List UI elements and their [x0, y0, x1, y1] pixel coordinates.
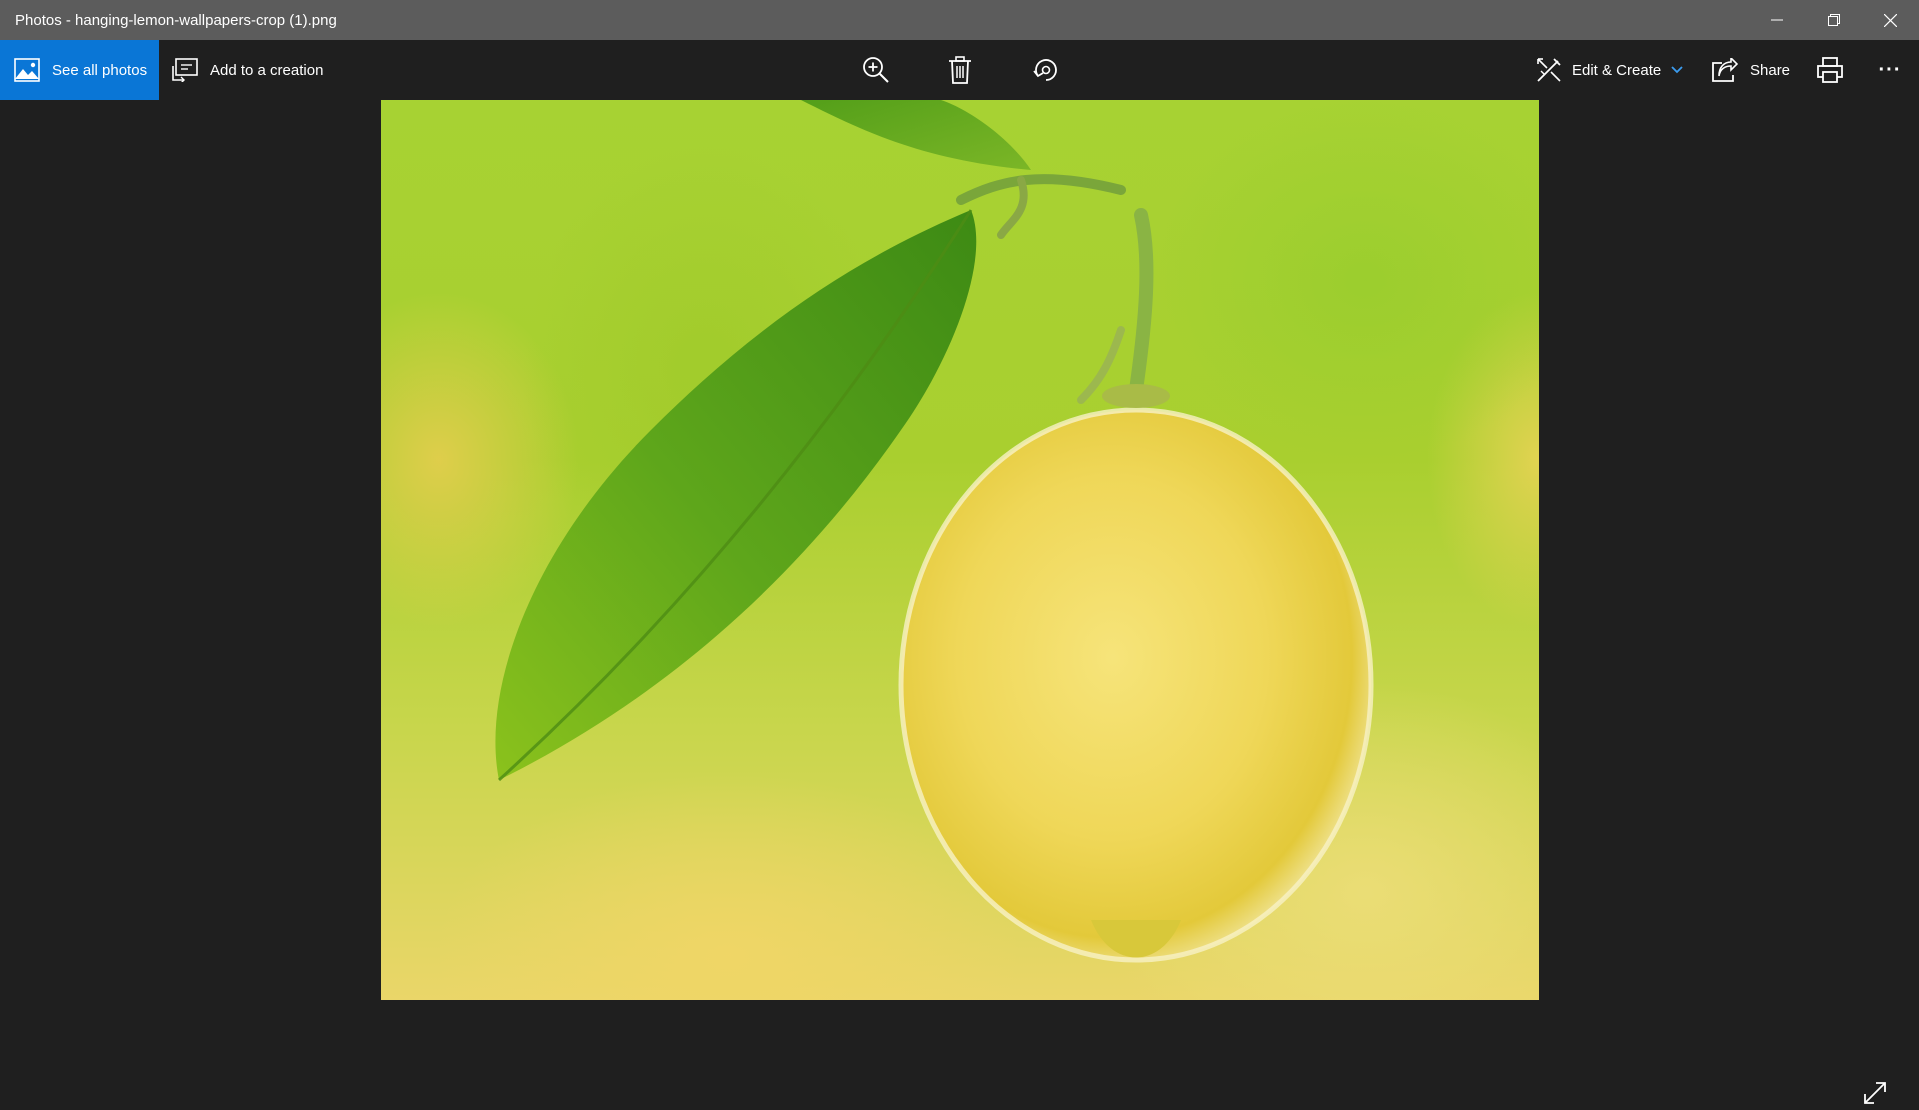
toolbar: See all photos Add to a creation Edit & … [0, 40, 1919, 100]
fullscreen-icon [1864, 1082, 1886, 1104]
share-button[interactable]: Share [1712, 40, 1790, 100]
share-icon [1712, 58, 1738, 82]
add-to-creation-icon [172, 58, 198, 82]
minimize-button[interactable] [1748, 0, 1805, 40]
photo-viewer [0, 100, 1919, 1104]
photos-icon [14, 58, 40, 82]
see-all-photos-button[interactable]: See all photos [0, 40, 159, 100]
restore-icon [1827, 14, 1840, 26]
rotate-icon [1033, 59, 1057, 81]
title-bar: Photos - hanging-lemon-wallpapers-crop (… [0, 0, 1919, 40]
lemon-photo[interactable] [381, 100, 1539, 1000]
delete-button[interactable] [936, 40, 984, 100]
more-options-icon: ··· [1878, 58, 1902, 81]
fullscreen-button[interactable] [1858, 1076, 1892, 1110]
window-controls [1748, 0, 1919, 40]
window-title: Photos - hanging-lemon-wallpapers-crop (… [15, 11, 337, 29]
edit-create-label: Edit & Create [1572, 61, 1662, 79]
add-to-creation-button[interactable]: Add to a creation [172, 40, 323, 100]
edit-create-button[interactable]: Edit & Create [1536, 40, 1683, 100]
lemon-photo-illustration [495, 100, 1374, 963]
minimize-icon [1770, 19, 1783, 21]
restore-button[interactable] [1805, 0, 1862, 40]
close-button[interactable] [1862, 0, 1919, 40]
share-label: Share [1750, 61, 1791, 79]
see-all-photos-label: See all photos [52, 61, 148, 79]
edit-create-icon [1537, 58, 1561, 82]
delete-icon [949, 56, 971, 84]
more-options-button[interactable]: ··· [1866, 40, 1914, 100]
zoom-button[interactable] [852, 40, 900, 100]
chevron-down-icon [1671, 66, 1683, 74]
zoom-in-icon [863, 57, 889, 83]
add-to-creation-label: Add to a creation [210, 61, 324, 79]
print-button[interactable] [1806, 40, 1854, 100]
close-icon [1884, 13, 1897, 27]
rotate-button[interactable] [1022, 40, 1070, 100]
print-icon [1817, 57, 1843, 83]
